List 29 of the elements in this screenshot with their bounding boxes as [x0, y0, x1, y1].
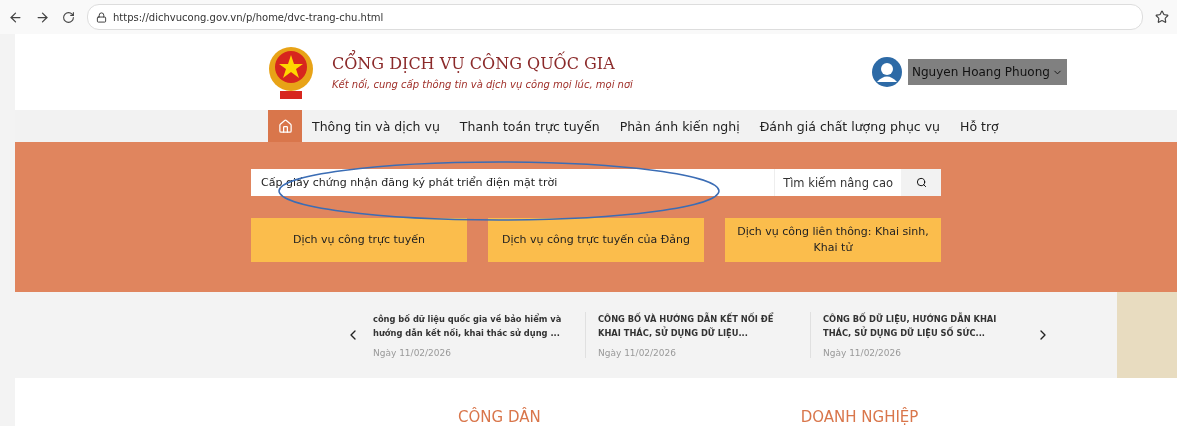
news-title[interactable]: CÔNG BỐ DỮ LIỆU, HƯỚNG DẪN KHAI THÁC, SỬ DỤNG DỮ LIỆU SỐ SỨC...: [823, 311, 1023, 341]
service-button[interactable]: Dịch vụ công trực tuyến của Đảng: [488, 218, 704, 262]
advanced-search-link[interactable]: Tìm kiếm nâng cao: [774, 169, 901, 196]
forward-icon[interactable]: [35, 9, 50, 25]
nav-item[interactable]: Đánh giá chất lượng phục vụ: [749, 118, 951, 134]
site-subtitle: Kết nối, cung cấp thông tin và dịch vụ công mọi lúc, mọi nơi: [332, 79, 634, 90]
nav-item[interactable]: Hỗ trợ: [950, 118, 1009, 134]
news-date: Ngày 11/02/2026: [373, 348, 453, 359]
news-date: Ngày 11/02/2026: [598, 348, 678, 359]
section-heading: CÔNG DÂN: [458, 408, 541, 426]
back-icon[interactable]: [8, 9, 23, 25]
nav-item[interactable]: Thông tin và dịch vụ: [302, 118, 450, 134]
nav-item[interactable]: Thanh toán trực tuyến: [449, 118, 610, 134]
news-title[interactable]: CÔNG BỐ VÀ HƯỚNG DẪN KẾT NỐI ĐỂ KHAI THÁC, SỬ DỤNG DỮ LIỆU...: [598, 311, 798, 341]
search-icon: [915, 177, 927, 188]
nav-item[interactable]: Phản ánh kiến nghị: [609, 118, 750, 134]
avatar-icon: [872, 57, 902, 87]
service-button[interactable]: Dịch vụ công trực tuyến: [251, 218, 467, 262]
lock-icon: [96, 11, 107, 23]
favorite-star-icon[interactable]: [1155, 10, 1169, 24]
news-title[interactable]: công bố dữ liệu quốc gia về bảo hiểm và hướng dẫn kết nối, khai thác sử dụng ...: [373, 311, 573, 341]
user-menu[interactable]: Nguyen Hoang Phuong: [908, 59, 1067, 85]
home-icon[interactable]: [268, 110, 302, 142]
search-button[interactable]: [901, 169, 941, 196]
address-bar[interactable]: https://dichvucong.gov.vn/p/home/dvc-trang-chu.html: [87, 4, 1143, 30]
news-date: Ngày 11/02/2026: [823, 348, 903, 359]
section-heading: DOANH NGHIỆP: [800, 408, 919, 426]
service-button[interactable]: Dịch vụ công liên thông: Khai sinh, Khai tử: [725, 218, 941, 262]
reload-icon[interactable]: [62, 10, 75, 24]
